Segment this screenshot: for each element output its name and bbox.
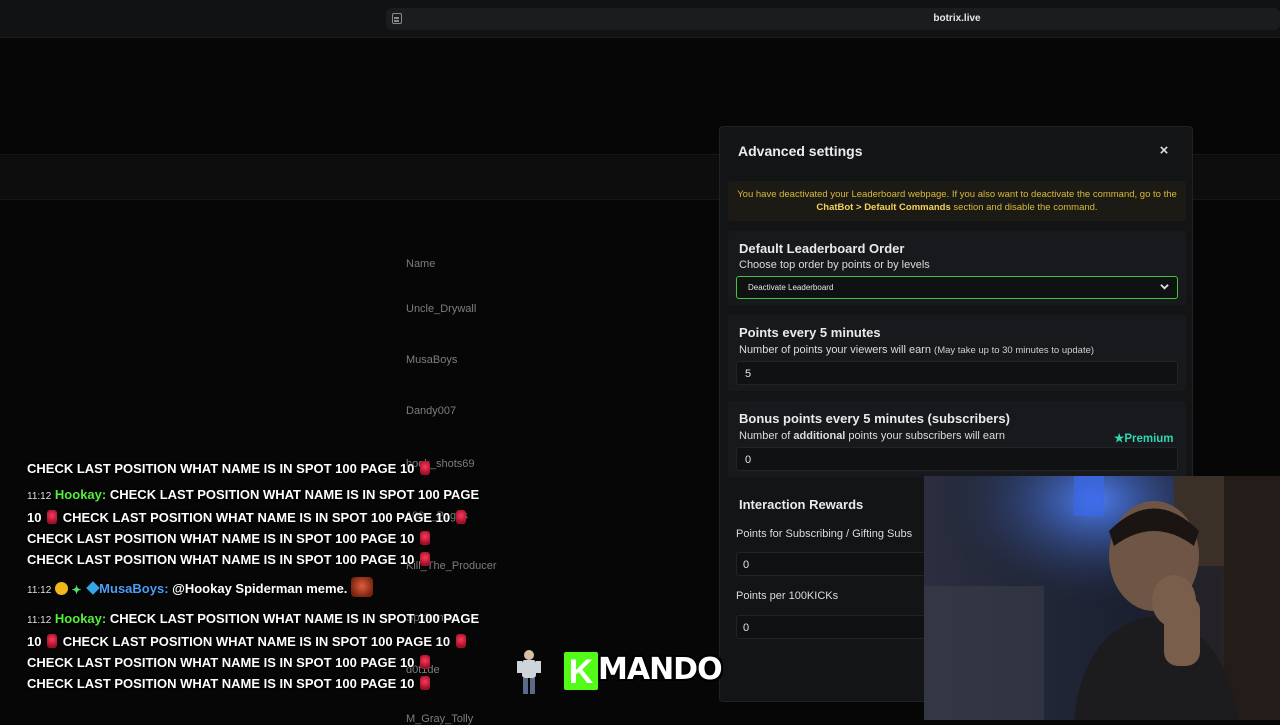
emote-icon [420,531,431,545]
section-description: Number of additional points your subscri… [739,430,1005,442]
modal-title: Advanced settings [738,143,863,159]
bonus-points-section: Bonus points every 5 minutes (subscriber… [728,401,1186,477]
points-every-section: Points every 5 minutes Number of points … [728,315,1186,391]
section-title: Points every 5 minutes [739,325,881,340]
section-description: Number of points your viewers will earn … [739,344,1095,356]
chevron-down-icon [1160,284,1169,290]
close-button[interactable]: × [1154,141,1174,161]
gem-badge-icon [86,581,100,595]
chat-message: 11:12 Hookay: CHECK LAST POSITION WHAT N… [27,487,480,502]
emote-icon [47,634,58,648]
emote-icon [420,552,431,566]
emote-icon [455,510,466,524]
chat-message: 11:12 Hookay: CHECK LAST POSITION WHAT N… [27,611,480,626]
chat-message: CHECK LAST POSITION WHAT NAME IS IN SPOT… [27,458,517,479]
leaderboard-row: Uncle_Drywall [406,303,477,315]
dancing-figure-icon [517,650,541,694]
subscribing-points-label: Points for Subscribing / Gifting Subs [736,528,913,540]
badge-icon [54,582,68,595]
section-title: Bonus points every 5 minutes (subscriber… [739,411,1010,426]
subscribing-points-input[interactable]: 0 [736,552,936,576]
premium-badge: ★Premium [1114,433,1174,445]
emote-icon [420,676,431,690]
emote-icon [455,634,466,648]
chat-message: 11:12 ✦ MusaBoys: @Hookay Spiderman meme… [27,577,517,601]
chat-username: Hookay [54,611,102,626]
leaderboard-name-header: Name [406,258,436,270]
url-text: botrix.live [933,13,981,24]
section-title: Default Leaderboard Order [739,241,905,256]
kicks-points-label: Points per 100KICKs [736,590,839,602]
browser-toolbar: botrix.live [0,0,1280,38]
leaderboard-deactivated-notice: You have deactivated your Leaderboard we… [728,181,1186,221]
kicks-points-input[interactable]: 0 [736,615,936,639]
selected-value: Deactivate Leaderboard [748,283,834,292]
leaderboard-order-section: Default Leaderboard Order Choose top ord… [728,231,1186,305]
points-every-input[interactable]: 5 [736,361,1178,385]
webcam-image [924,476,1280,720]
emote-icon [351,577,374,597]
default-commands-link[interactable]: Default Commands [864,202,951,213]
leaderboard-row: M_Gray_Tolly [406,713,474,725]
emote-icon [47,510,58,524]
emote-icon [420,655,431,669]
star-icon: ★ [1114,433,1125,445]
address-bar[interactable]: botrix.live [386,8,1280,30]
kmando-logo: K MANDO [562,650,723,692]
sparkle-badge-icon: ✦ [71,583,82,597]
emote-icon [420,461,431,475]
section-description: Choose top order by points or by levels [739,259,930,271]
chat-username: Hookay [54,487,102,502]
chatbot-link[interactable]: ChatBot [816,202,853,213]
bonus-points-input[interactable]: 0 [736,447,1178,471]
chat-overlay: CHECK LAST POSITION WHAT NAME IS IN SPOT… [27,458,517,694]
leaderboard-row: MusaBoys [406,354,458,366]
webcam-feed [924,476,1280,720]
leaderboard-row: Dandy007 [406,405,457,417]
chat-username: MusaBoys [99,581,165,596]
leaderboard-order-select[interactable]: Deactivate Leaderboard [736,276,1178,299]
interaction-rewards-title: Interaction Rewards [739,497,864,512]
